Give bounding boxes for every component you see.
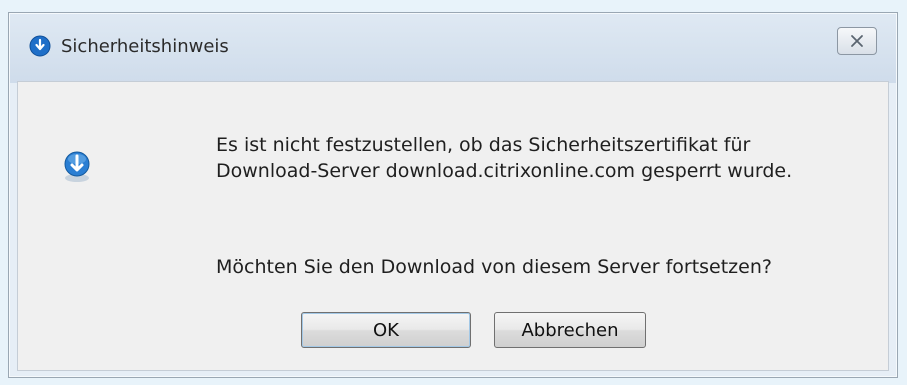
close-icon xyxy=(851,35,863,47)
message-line-1: Es ist nicht festzustellen, ob das Siche… xyxy=(216,134,751,156)
dialog-content: Es ist nicht festzustellen, ob das Siche… xyxy=(17,81,889,371)
message-text: Es ist nicht festzustellen, ob das Siche… xyxy=(216,132,792,184)
security-dialog: Sicherheitshinweis Es ist nicht festzust… xyxy=(8,12,898,378)
dialog-titlebar[interactable]: Sicherheitshinweis xyxy=(9,13,897,81)
ok-button[interactable]: OK xyxy=(301,312,471,348)
globe-download-icon xyxy=(64,151,90,182)
globe-download-icon xyxy=(29,35,51,57)
dialog-title: Sicherheitshinweis xyxy=(61,36,229,57)
close-button[interactable] xyxy=(837,27,877,55)
cancel-button[interactable]: Abbrechen xyxy=(494,312,646,348)
question-text: Möchten Sie den Download von diesem Serv… xyxy=(216,256,772,278)
message-line-2: Download-Server download.citrixonline.co… xyxy=(216,160,793,182)
